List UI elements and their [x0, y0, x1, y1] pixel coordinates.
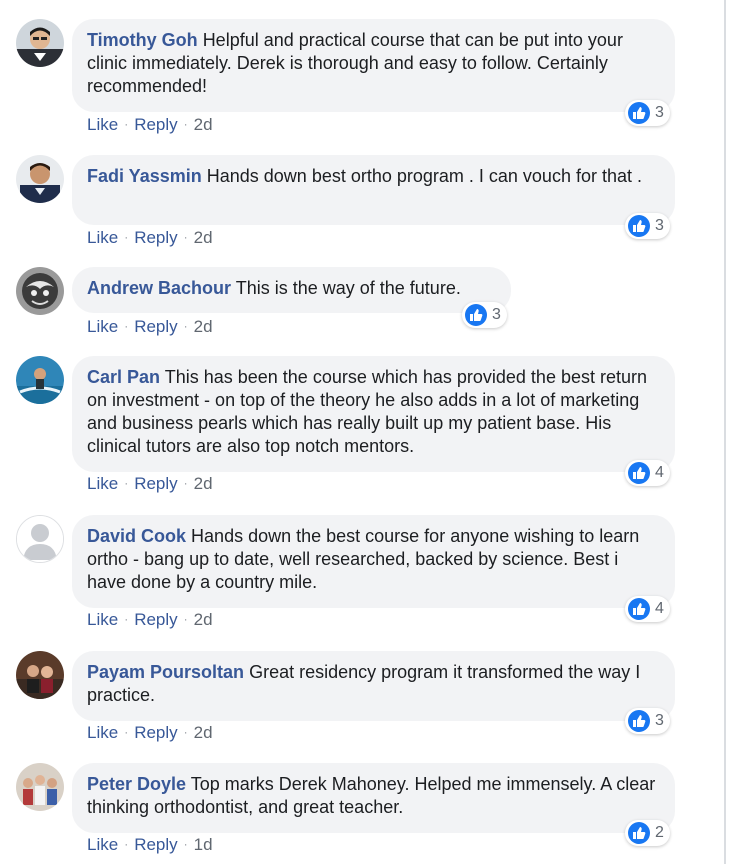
- avatar[interactable]: [16, 267, 64, 315]
- timestamp[interactable]: 2d: [194, 474, 213, 493]
- comment-bubble: David Cook Hands down the best course fo…: [72, 515, 675, 608]
- timestamp[interactable]: 2d: [194, 115, 213, 134]
- comment-actions: Like · Reply · 2d: [87, 474, 213, 494]
- reaction-count[interactable]: 3: [625, 213, 670, 239]
- like-link[interactable]: Like: [87, 115, 118, 134]
- comment-actions: Like · Reply · 2d: [87, 610, 213, 630]
- reaction-count[interactable]: 3: [625, 708, 670, 734]
- author-link[interactable]: David Cook: [87, 526, 186, 546]
- reaction-count[interactable]: 3: [625, 100, 670, 126]
- separator-dot: ·: [183, 612, 188, 626]
- separator-dot: ·: [124, 230, 129, 244]
- reaction-number: 3: [655, 217, 664, 234]
- comment-bubble: Payam Poursoltan Great residency program…: [72, 651, 675, 721]
- reply-link[interactable]: Reply: [134, 474, 177, 493]
- timestamp[interactable]: 2d: [194, 610, 213, 629]
- reaction-count[interactable]: 4: [625, 460, 670, 486]
- separator-dot: ·: [183, 319, 188, 333]
- reaction-count[interactable]: 2: [625, 820, 670, 846]
- like-link[interactable]: Like: [87, 723, 118, 742]
- separator-dot: ·: [124, 837, 129, 851]
- author-link[interactable]: Carl Pan: [87, 367, 160, 387]
- timestamp[interactable]: 2d: [194, 228, 213, 247]
- separator-dot: ·: [183, 230, 188, 244]
- reaction-number: 4: [655, 464, 664, 481]
- separator-dot: ·: [124, 476, 129, 490]
- separator-dot: ·: [183, 476, 188, 490]
- thumbs-up-icon: [628, 822, 650, 844]
- comment-bubble: Carl Pan This has been the course which …: [72, 356, 675, 472]
- thumbs-up-icon: [628, 710, 650, 732]
- reply-link[interactable]: Reply: [134, 228, 177, 247]
- avatar[interactable]: [16, 155, 64, 203]
- reaction-number: 2: [655, 824, 664, 841]
- thumbs-up-icon: [628, 102, 650, 124]
- separator-dot: ·: [183, 837, 188, 851]
- like-link[interactable]: Like: [87, 228, 118, 247]
- separator-dot: ·: [183, 117, 188, 131]
- page-right-divider: [724, 0, 726, 864]
- comment-actions: Like · Reply · 2d: [87, 723, 213, 743]
- avatar[interactable]: [16, 651, 64, 699]
- avatar[interactable]: [16, 763, 64, 811]
- timestamp[interactable]: 2d: [194, 317, 213, 336]
- author-link[interactable]: Payam Poursoltan: [87, 662, 244, 682]
- comment-bubble: Peter Doyle Top marks Derek Mahoney. Hel…: [72, 763, 675, 833]
- comment-text: Hands down best ortho program . I can vo…: [206, 166, 642, 186]
- author-link[interactable]: Peter Doyle: [87, 774, 186, 794]
- comment-bubble: Fadi Yassmin Hands down best ortho progr…: [72, 155, 675, 225]
- reply-link[interactable]: Reply: [134, 610, 177, 629]
- comment-text: This has been the course which has provi…: [87, 367, 648, 456]
- separator-dot: ·: [124, 319, 129, 333]
- reaction-number: 3: [492, 306, 501, 323]
- like-link[interactable]: Like: [87, 474, 118, 493]
- comment-actions: Like · Reply · 1d: [87, 835, 213, 855]
- avatar[interactable]: [16, 515, 64, 563]
- thumbs-up-icon: [465, 304, 487, 326]
- comment-bubble: Andrew Bachour This is the way of the fu…: [72, 267, 511, 313]
- comment-text: This is the way of the future.: [235, 278, 461, 298]
- like-link[interactable]: Like: [87, 610, 118, 629]
- comment-bubble: Timothy Goh Helpful and practical course…: [72, 19, 675, 112]
- reaction-number: 3: [655, 104, 664, 121]
- author-link[interactable]: Timothy Goh: [87, 30, 198, 50]
- separator-dot: ·: [183, 725, 188, 739]
- reply-link[interactable]: Reply: [134, 115, 177, 134]
- reaction-number: 3: [655, 712, 664, 729]
- thumbs-up-icon: [628, 462, 650, 484]
- like-link[interactable]: Like: [87, 835, 118, 854]
- reply-link[interactable]: Reply: [134, 723, 177, 742]
- thumbs-up-icon: [628, 598, 650, 620]
- reply-link[interactable]: Reply: [134, 835, 177, 854]
- avatar[interactable]: [16, 19, 64, 67]
- thumbs-up-icon: [628, 215, 650, 237]
- separator-dot: ·: [124, 117, 129, 131]
- avatar[interactable]: [16, 356, 64, 404]
- reaction-count[interactable]: 4: [625, 596, 670, 622]
- separator-dot: ·: [124, 612, 129, 626]
- comment-actions: Like · Reply · 2d: [87, 228, 213, 248]
- timestamp[interactable]: 2d: [194, 723, 213, 742]
- reply-link[interactable]: Reply: [134, 317, 177, 336]
- author-link[interactable]: Fadi Yassmin: [87, 166, 202, 186]
- author-link[interactable]: Andrew Bachour: [87, 278, 231, 298]
- timestamp[interactable]: 1d: [194, 835, 213, 854]
- reaction-number: 4: [655, 600, 664, 617]
- like-link[interactable]: Like: [87, 317, 118, 336]
- comment-actions: Like · Reply · 2d: [87, 317, 213, 337]
- separator-dot: ·: [124, 725, 129, 739]
- comment-actions: Like · Reply · 2d: [87, 115, 213, 135]
- reaction-count[interactable]: 3: [462, 302, 507, 328]
